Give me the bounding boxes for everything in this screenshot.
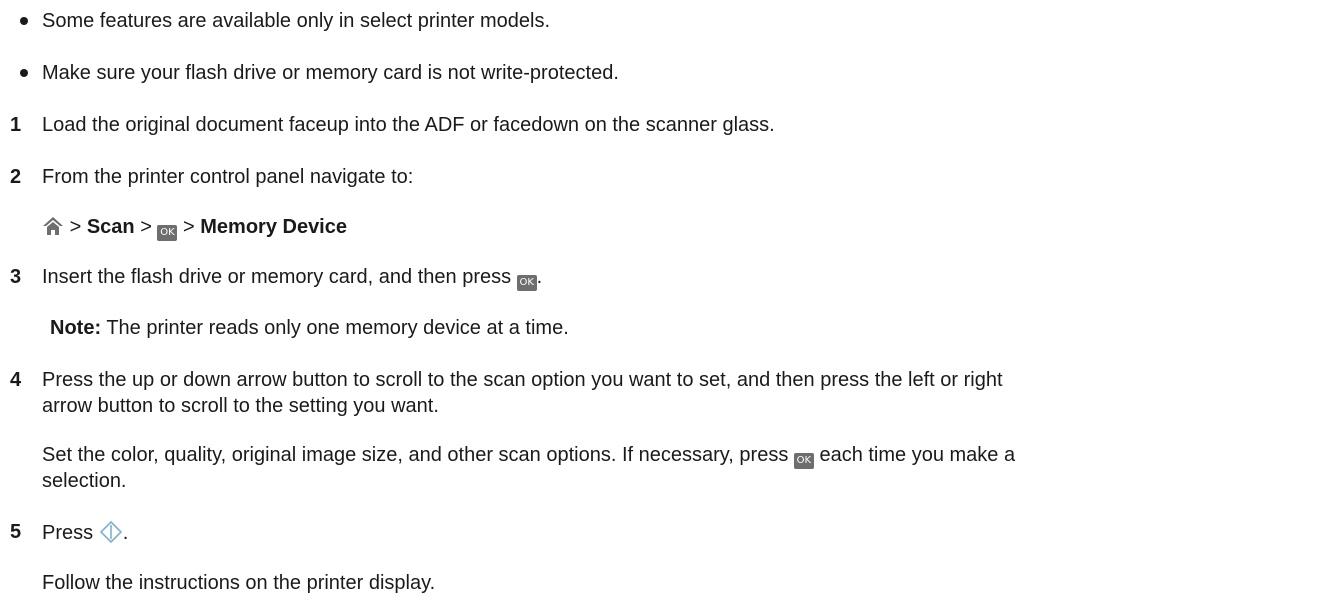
ok-icon: OK [157,225,178,241]
navigation-path: > Scan > OK > Memory Device [42,215,347,242]
path-separator: > [140,216,152,238]
step-5-text: Press [42,522,94,544]
step-5-line: Press . [42,520,128,550]
step-4-line-2: arrow button to scroll to the setting yo… [42,395,439,417]
step-3-line: Insert the flash drive or memory card, a… [42,265,542,291]
bullet-dot [20,17,28,25]
step-number: 4 [10,369,22,391]
step-4-detail-a: Set the color, quality, original image s… [42,444,789,466]
step-1-text: Load the original document faceup into t… [42,114,775,136]
step-4-detail-line-1: Set the color, quality, original image s… [42,443,1015,469]
step-4-detail-b: each time you make a [819,444,1016,466]
step-3-period: . [536,266,543,288]
bullet-item: Make sure your flash drive or memory car… [42,62,619,84]
home-icon [42,216,64,242]
step-5-follow: Follow the instructions on the printer d… [42,572,436,594]
note-text: The printer reads only one memory device… [106,317,569,339]
note-label: Note: [50,317,102,339]
start-icon [99,520,123,550]
step-number: 2 [10,166,22,188]
bullet-item: Some features are available only in sele… [42,10,551,32]
step-5-period: . [122,522,129,544]
step-4-detail-line-2: selection. [42,470,127,492]
ok-icon: OK [516,275,537,291]
step-number: 5 [10,521,22,543]
step-number: 1 [10,114,22,136]
step-number: 3 [10,266,22,288]
path-separator: > [183,216,195,238]
path-scan: Scan [86,216,135,238]
step-4-line-1: Press the up or down arrow button to scr… [42,369,1003,391]
step-2-text: From the printer control panel navigate … [42,166,414,188]
path-memory-device: Memory Device [200,216,347,238]
note: Note: The printer reads only one memory … [50,316,569,340]
step-3-text: Insert the flash drive or memory card, a… [42,266,512,288]
path-separator: > [69,216,82,238]
bullet-dot [20,69,28,77]
ok-icon: OK [793,453,814,469]
